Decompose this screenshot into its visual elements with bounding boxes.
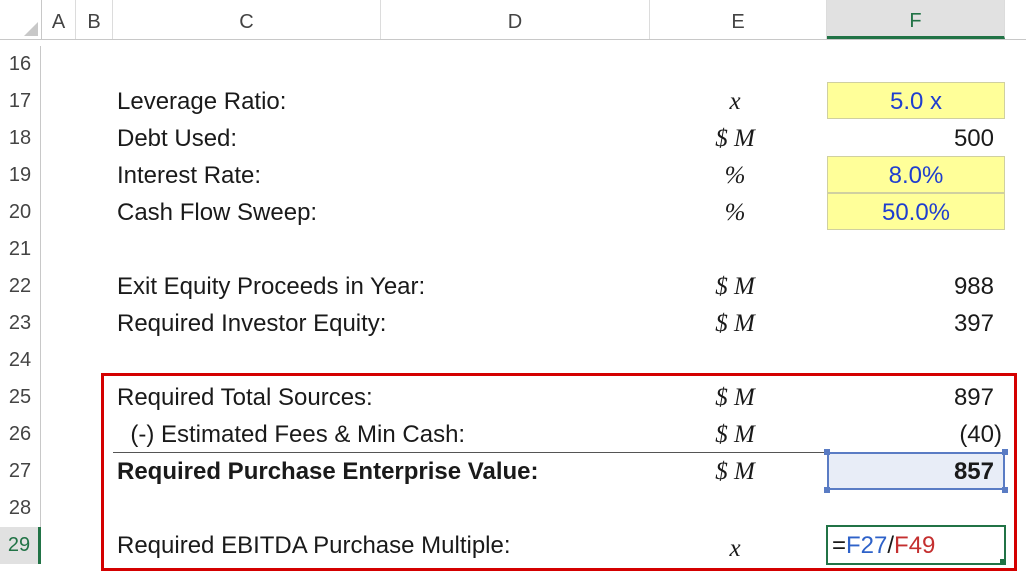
column-header-f[interactable]: F [827, 0, 1005, 39]
cell-f26[interactable]: (40) [826, 416, 1002, 453]
column-header-d[interactable]: D [381, 0, 650, 39]
cell-e25[interactable]: $ M [660, 379, 810, 416]
cell-e20[interactable]: % [660, 194, 810, 231]
cell-f27[interactable]: 857 [826, 453, 994, 490]
column-header-e[interactable]: E [650, 0, 827, 39]
cell-f20-input[interactable]: 50.0% [827, 193, 1005, 230]
cell-e19[interactable]: % [660, 157, 810, 194]
resize-handle-bottom-right[interactable] [1002, 487, 1008, 493]
cell-c20[interactable]: Cash Flow Sweep: [117, 194, 317, 231]
select-all-corner[interactable] [0, 0, 42, 39]
formula-ref-f27: F27 [846, 532, 888, 559]
row-header-18[interactable]: 18 [0, 120, 41, 157]
cell-c27[interactable]: Required Purchase Enterprise Value: [117, 453, 539, 490]
cell-f18[interactable]: 500 [826, 120, 994, 157]
column-header-bar: A B C D E F [0, 0, 1026, 40]
cell-c29[interactable]: Required EBITDA Purchase Multiple: [117, 527, 511, 564]
cell-c26[interactable]: (-) Estimated Fees & Min Cash: [117, 416, 465, 453]
row-header-22[interactable]: 22 [0, 268, 41, 305]
row-header-25[interactable]: 25 [0, 379, 41, 416]
column-header-a[interactable]: A [42, 0, 76, 39]
column-header-b[interactable]: B [76, 0, 113, 39]
formula-equals: = [832, 532, 847, 559]
cell-f29-formula[interactable]: =F27/F49 [832, 527, 935, 564]
cell-e22[interactable]: $ M [660, 268, 810, 305]
cell-e26[interactable]: $ M [660, 416, 810, 453]
row-header-24[interactable]: 24 [0, 342, 41, 379]
row-header-17[interactable]: 17 [0, 83, 41, 120]
cell-c23[interactable]: Required Investor Equity: [117, 305, 386, 342]
row-header-16[interactable]: 16 [0, 46, 41, 83]
cell-c17[interactable]: Leverage Ratio: [117, 83, 286, 120]
cell-c18[interactable]: Debt Used: [117, 120, 237, 157]
row-header-21[interactable]: 21 [0, 231, 41, 268]
cell-c22[interactable]: Exit Equity Proceeds in Year: [117, 268, 425, 305]
fill-handle[interactable] [1000, 559, 1005, 564]
cell-f23[interactable]: 397 [826, 305, 994, 342]
spreadsheet-grid[interactable]: A B C D E F 16 17 18 19 20 21 22 23 24 2… [0, 0, 1026, 574]
cell-e27[interactable]: $ M [660, 453, 810, 490]
cell-c19[interactable]: Interest Rate: [117, 157, 261, 194]
cell-e18[interactable]: $ M [660, 120, 810, 157]
row-header-23[interactable]: 23 [0, 305, 41, 342]
row-header-27[interactable]: 27 [0, 453, 41, 490]
cell-f22[interactable]: 988 [826, 268, 994, 305]
cell-c25[interactable]: Required Total Sources: [117, 379, 373, 416]
cell-e23[interactable]: $ M [660, 305, 810, 342]
select-all-triangle-icon [24, 22, 38, 36]
row-header-20[interactable]: 20 [0, 194, 41, 231]
row-header-19[interactable]: 19 [0, 157, 41, 194]
cell-e29[interactable]: x [660, 530, 810, 567]
row-header-29[interactable]: 29 [0, 527, 41, 564]
row-header-26[interactable]: 26 [0, 416, 41, 453]
cell-f19-input[interactable]: 8.0% [827, 156, 1005, 193]
cell-f17-input[interactable]: 5.0 x [827, 82, 1005, 119]
formula-ref-f49: F49 [894, 532, 936, 559]
resize-handle-top-right[interactable] [1002, 449, 1008, 455]
cell-f25[interactable]: 897 [826, 379, 994, 416]
cell-e17[interactable]: x [660, 83, 810, 120]
row-header-28[interactable]: 28 [0, 490, 41, 527]
column-header-c[interactable]: C [113, 0, 381, 39]
